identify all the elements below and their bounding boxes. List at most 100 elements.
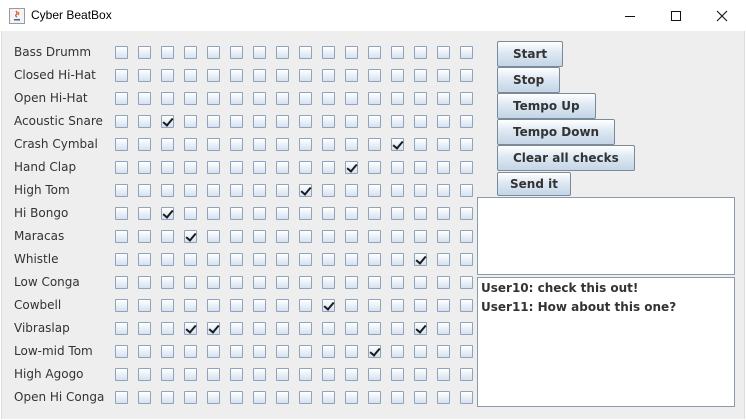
start-button[interactable]: Start bbox=[497, 41, 564, 67]
beat-checkbox[interactable] bbox=[368, 46, 381, 59]
beat-checkbox[interactable] bbox=[322, 276, 335, 289]
beat-checkbox[interactable] bbox=[391, 345, 404, 358]
maximize-button[interactable] bbox=[653, 0, 699, 31]
beat-checkbox[interactable] bbox=[299, 184, 312, 197]
beat-checkbox[interactable] bbox=[253, 299, 266, 312]
beat-checkbox[interactable] bbox=[460, 322, 473, 335]
beat-checkbox[interactable] bbox=[253, 207, 266, 220]
beat-checkbox[interactable] bbox=[253, 184, 266, 197]
beat-checkbox[interactable] bbox=[161, 69, 174, 82]
beat-checkbox[interactable] bbox=[276, 253, 289, 266]
beat-checkbox[interactable] bbox=[368, 368, 381, 381]
beat-checkbox[interactable] bbox=[115, 253, 128, 266]
beat-checkbox[interactable] bbox=[115, 322, 128, 335]
beat-checkbox[interactable] bbox=[460, 391, 473, 404]
beat-checkbox[interactable] bbox=[253, 276, 266, 289]
beat-checkbox[interactable] bbox=[414, 253, 427, 266]
beat-checkbox[interactable] bbox=[322, 391, 335, 404]
beat-checkbox[interactable] bbox=[299, 46, 312, 59]
beat-checkbox[interactable] bbox=[299, 138, 312, 151]
beat-checkbox[interactable] bbox=[414, 138, 427, 151]
beat-checkbox[interactable] bbox=[345, 368, 358, 381]
beat-checkbox[interactable] bbox=[437, 253, 450, 266]
beat-checkbox[interactable] bbox=[230, 391, 243, 404]
beat-checkbox[interactable] bbox=[460, 138, 473, 151]
beat-checkbox[interactable] bbox=[345, 345, 358, 358]
beat-checkbox[interactable] bbox=[322, 69, 335, 82]
beat-checkbox[interactable] bbox=[207, 368, 220, 381]
beat-checkbox[interactable] bbox=[184, 69, 197, 82]
beat-checkbox[interactable] bbox=[138, 115, 151, 128]
beat-checkbox[interactable] bbox=[276, 69, 289, 82]
beat-checkbox[interactable] bbox=[161, 184, 174, 197]
beat-checkbox[interactable] bbox=[276, 230, 289, 243]
beat-checkbox[interactable] bbox=[230, 299, 243, 312]
beat-checkbox[interactable] bbox=[368, 345, 381, 358]
beat-checkbox[interactable] bbox=[414, 115, 427, 128]
beat-checkbox[interactable] bbox=[253, 391, 266, 404]
beat-checkbox[interactable] bbox=[207, 138, 220, 151]
beat-checkbox[interactable] bbox=[230, 207, 243, 220]
beat-checkbox[interactable] bbox=[276, 138, 289, 151]
beat-checkbox[interactable] bbox=[138, 207, 151, 220]
beat-checkbox[interactable] bbox=[299, 253, 312, 266]
beat-checkbox[interactable] bbox=[230, 92, 243, 105]
beat-checkbox[interactable] bbox=[138, 391, 151, 404]
beat-checkbox[interactable] bbox=[460, 368, 473, 381]
beat-checkbox[interactable] bbox=[115, 391, 128, 404]
beat-checkbox[interactable] bbox=[115, 345, 128, 358]
beat-checkbox[interactable] bbox=[161, 46, 174, 59]
beat-checkbox[interactable] bbox=[207, 92, 220, 105]
beat-checkbox[interactable] bbox=[276, 368, 289, 381]
beat-checkbox[interactable] bbox=[437, 391, 450, 404]
beat-checkbox[interactable] bbox=[391, 92, 404, 105]
beat-checkbox[interactable] bbox=[391, 46, 404, 59]
beat-checkbox[interactable] bbox=[299, 92, 312, 105]
beat-checkbox[interactable] bbox=[437, 230, 450, 243]
beat-checkbox[interactable] bbox=[391, 138, 404, 151]
beat-checkbox[interactable] bbox=[230, 345, 243, 358]
beat-checkbox[interactable] bbox=[253, 253, 266, 266]
send-it-button[interactable]: Send it bbox=[497, 172, 571, 196]
beat-checkbox[interactable] bbox=[368, 161, 381, 174]
beat-checkbox[interactable] bbox=[460, 115, 473, 128]
beat-checkbox[interactable] bbox=[299, 276, 312, 289]
beat-checkbox[interactable] bbox=[299, 345, 312, 358]
beat-checkbox[interactable] bbox=[184, 161, 197, 174]
message-input[interactable] bbox=[477, 197, 735, 275]
beat-checkbox[interactable] bbox=[391, 207, 404, 220]
beat-checkbox[interactable] bbox=[184, 276, 197, 289]
beat-checkbox[interactable] bbox=[184, 207, 197, 220]
beat-checkbox[interactable] bbox=[276, 391, 289, 404]
beat-checkbox[interactable] bbox=[276, 184, 289, 197]
beat-checkbox[interactable] bbox=[161, 299, 174, 312]
beat-checkbox[interactable] bbox=[414, 207, 427, 220]
beat-checkbox[interactable] bbox=[299, 115, 312, 128]
beat-checkbox[interactable] bbox=[414, 345, 427, 358]
beat-checkbox[interactable] bbox=[230, 69, 243, 82]
beat-checkbox[interactable] bbox=[391, 368, 404, 381]
beat-checkbox[interactable] bbox=[322, 230, 335, 243]
beat-checkbox[interactable] bbox=[115, 184, 128, 197]
beat-checkbox[interactable] bbox=[345, 115, 358, 128]
beat-checkbox[interactable] bbox=[368, 230, 381, 243]
beat-checkbox[interactable] bbox=[230, 276, 243, 289]
beat-checkbox[interactable] bbox=[299, 368, 312, 381]
beat-checkbox[interactable] bbox=[161, 322, 174, 335]
beat-checkbox[interactable] bbox=[161, 207, 174, 220]
beat-checkbox[interactable] bbox=[184, 345, 197, 358]
beat-checkbox[interactable] bbox=[184, 92, 197, 105]
beat-checkbox[interactable] bbox=[460, 345, 473, 358]
beat-checkbox[interactable] bbox=[115, 368, 128, 381]
beat-checkbox[interactable] bbox=[437, 207, 450, 220]
beat-checkbox[interactable] bbox=[276, 115, 289, 128]
beat-checkbox[interactable] bbox=[345, 69, 358, 82]
beat-checkbox[interactable] bbox=[253, 161, 266, 174]
beat-checkbox[interactable] bbox=[322, 92, 335, 105]
beat-checkbox[interactable] bbox=[345, 391, 358, 404]
beat-checkbox[interactable] bbox=[414, 184, 427, 197]
beat-checkbox[interactable] bbox=[345, 253, 358, 266]
beat-checkbox[interactable] bbox=[322, 345, 335, 358]
beat-checkbox[interactable] bbox=[391, 391, 404, 404]
beat-checkbox[interactable] bbox=[460, 184, 473, 197]
